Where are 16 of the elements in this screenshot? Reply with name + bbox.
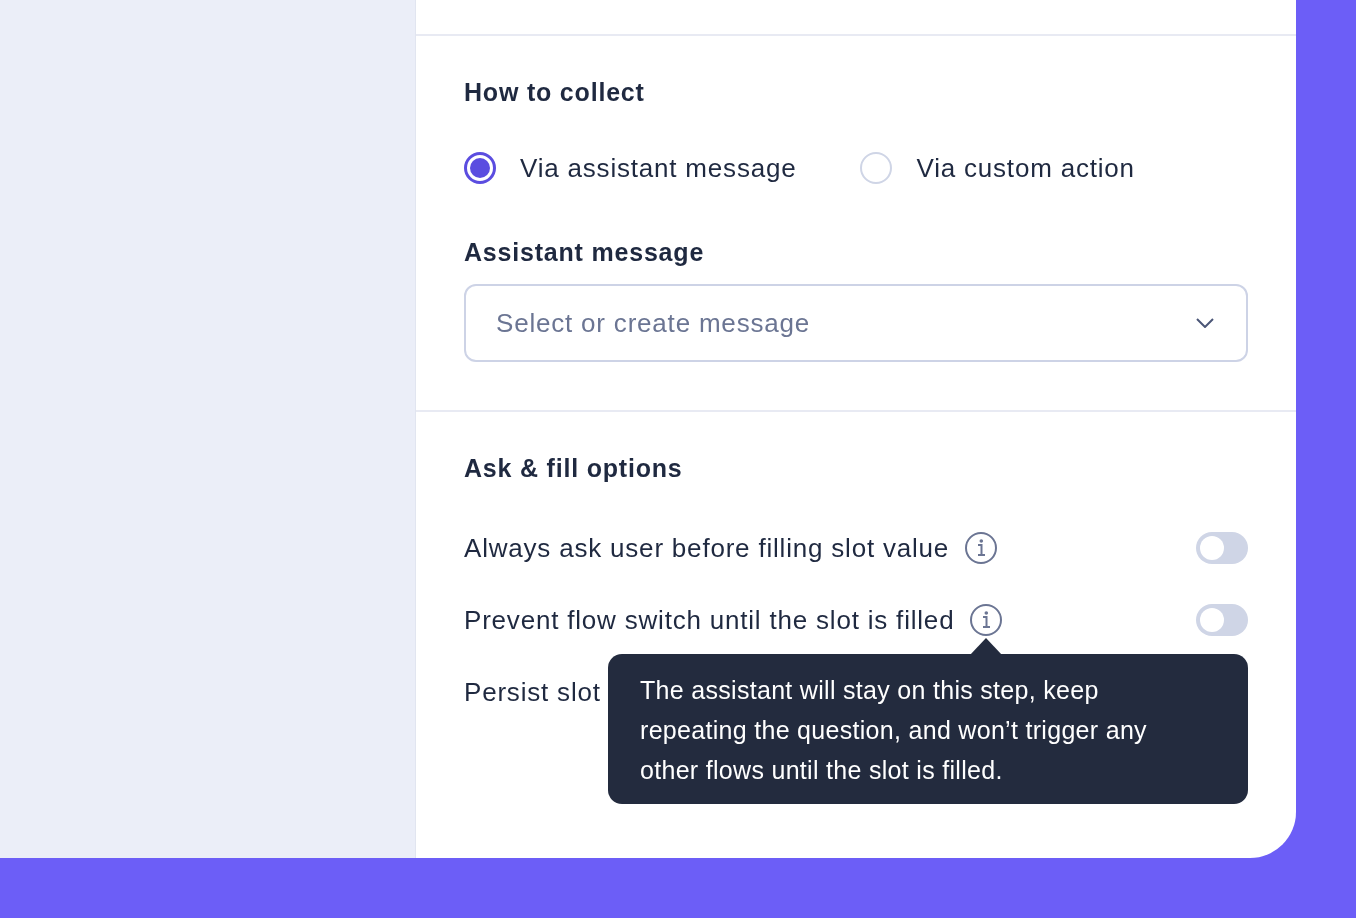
section-heading: Ask & fill options	[464, 453, 684, 484]
section-heading: How to collect	[464, 77, 646, 108]
tooltip-text: The assistant will stay on this step, keep repeating the question, and won’t trigger any other flows until the slot is filled.	[640, 675, 1148, 786]
field-label: Assistant message	[464, 237, 706, 268]
radio-label: Via assistant message	[520, 152, 797, 184]
chevron-down-icon	[1196, 318, 1214, 328]
toggle-switch[interactable]	[1196, 604, 1248, 636]
info-icon[interactable]	[965, 532, 998, 564]
option-label: Always ask user before filling slot value	[464, 532, 950, 564]
option-label: Prevent flow switch until the slot is filled	[464, 604, 955, 636]
message-select[interactable]: Select or create message	[464, 284, 1248, 362]
radio-label: Via custom action	[916, 152, 1135, 184]
option-label: Persist slot	[464, 676, 601, 708]
info-icon[interactable]	[970, 604, 1003, 636]
toggle-switch[interactable]	[1196, 532, 1248, 564]
radio-button[interactable]	[464, 152, 496, 184]
